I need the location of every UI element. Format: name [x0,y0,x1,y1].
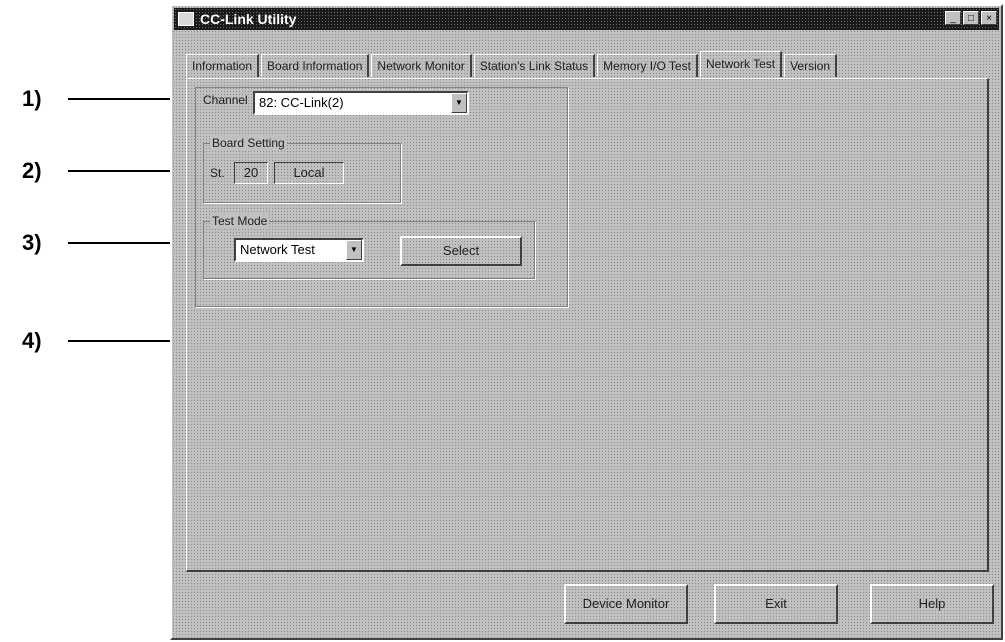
tab-memory-io-test[interactable]: Memory I/O Test [597,54,698,77]
test-mode-group: Test Mode Network Test ▼ Select [203,214,535,279]
tab-strip: Information Board Information Network Mo… [186,51,839,78]
tab-stations-link-status[interactable]: Station's Link Status [473,54,596,77]
tab-panel-network-test: Channel 82: CC-Link(2) ▼ Board Setting S… [186,78,989,572]
help-button[interactable]: Help [870,584,994,624]
chevron-down-icon[interactable]: ▼ [451,93,467,113]
device-monitor-button[interactable]: Device Monitor [564,584,688,624]
tab-board-information[interactable]: Board Information [261,54,370,77]
app-icon [178,12,194,26]
title-bar[interactable]: CC-Link Utility _ □ × [174,8,999,30]
test-mode-select[interactable]: Network Test ▼ [234,238,364,262]
test-mode-select-value: Network Test [240,242,315,257]
tab-network-monitor[interactable]: Network Monitor [371,54,472,77]
test-mode-title: Test Mode [210,214,270,228]
station-number-field: 20 [234,162,268,184]
cc-link-utility-window: CC-Link Utility _ □ × Information Board … [170,4,1003,640]
annotation-3: 3) [22,230,42,255]
window-title: CC-Link Utility [200,11,297,27]
channel-select[interactable]: 82: CC-Link(2) ▼ [253,91,469,115]
window-controls: _ □ × [945,11,997,25]
select-button[interactable]: Select [400,236,522,266]
minimize-button[interactable]: _ [945,11,961,25]
tab-version[interactable]: Version [784,54,838,77]
close-button[interactable]: × [981,11,997,25]
tab-information[interactable]: Information [186,54,260,77]
board-setting-group: Board Setting St. 20 Local [203,136,401,203]
annotation-4: 4) [22,328,42,353]
channel-select-value: 82: CC-Link(2) [259,95,344,110]
tab-network-test[interactable]: Network Test [699,51,783,77]
maximize-button[interactable]: □ [963,11,979,25]
exit-button[interactable]: Exit [714,584,838,624]
station-label: St. [210,166,225,180]
chevron-down-icon[interactable]: ▼ [346,240,362,260]
annotation-1: 1) [22,86,42,111]
annotation-1-leader [68,98,184,100]
channel-label: Channel [203,93,248,107]
board-setting-title: Board Setting [210,136,287,150]
annotation-2: 2) [22,158,42,183]
station-type-field: Local [274,162,344,184]
